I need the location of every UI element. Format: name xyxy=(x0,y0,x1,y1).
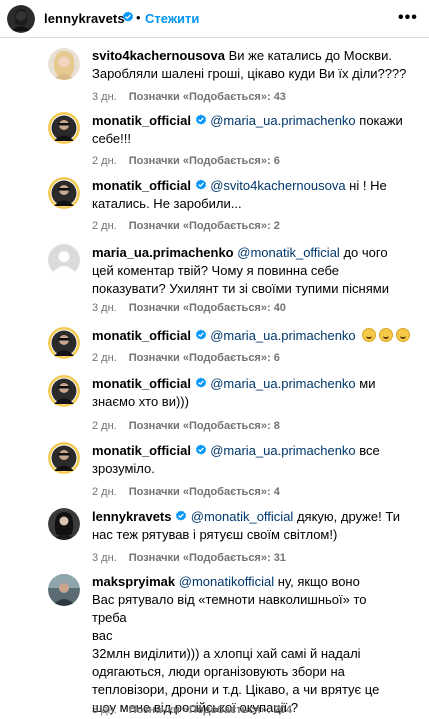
comment-time[interactable]: 2 дн. xyxy=(92,420,117,432)
comment-mention[interactable]: @maria_ua.primachenko xyxy=(210,443,355,458)
comment-likes[interactable]: Позначки «Подобається»: 4 xyxy=(129,486,280,498)
follow-button[interactable]: Стежити xyxy=(145,11,199,26)
comment-time[interactable]: 2 дн. xyxy=(92,486,117,498)
comment-author[interactable]: monatik_official xyxy=(92,376,191,391)
comment-mention[interactable]: @maria_ua.primachenko xyxy=(210,328,355,343)
comment-author[interactable]: svito4kachernousova xyxy=(92,48,225,63)
comment-text: вас xyxy=(92,628,113,643)
verified-badge-icon xyxy=(195,179,206,190)
comment-author[interactable]: monatik_official xyxy=(92,328,191,343)
verified-badge-icon xyxy=(195,377,206,388)
comment-text: тепловізори, дрони и т.д. Цікаво, а чи в… xyxy=(92,682,380,697)
comment-text: ну, якщо воно xyxy=(277,574,360,589)
comment-likes[interactable]: Позначки «Подобається»: 43 xyxy=(129,91,286,103)
comment-likes[interactable]: Позначки «Подобається»: 2 xyxy=(129,220,280,232)
verified-badge-icon xyxy=(123,11,133,22)
comment-time[interactable]: 3 дн. xyxy=(92,302,117,314)
post-header: lennykravets • Стежити ••• xyxy=(0,0,429,38)
commenter-avatar[interactable] xyxy=(48,112,80,144)
comment-time[interactable]: 3 дн. xyxy=(92,552,117,564)
commenter-avatar[interactable] xyxy=(48,48,80,80)
comment-text: Заробляли шалені гроші, цікаво куди Ви ї… xyxy=(92,66,407,81)
comment-author[interactable]: monatik_official xyxy=(92,113,191,128)
comment-mention[interactable]: @monatik_official xyxy=(237,245,340,260)
comment-likes[interactable]: Позначки «Подобається»: 31 xyxy=(129,552,286,564)
comment-text: катались. Не заробили... xyxy=(92,196,242,211)
comment-item: maria_ua.primachenko @monatik_official д… xyxy=(0,240,429,320)
commenter-avatar[interactable] xyxy=(48,508,80,540)
author-avatar[interactable] xyxy=(7,5,35,33)
comment-time[interactable]: 2 дн. xyxy=(92,220,117,232)
comment-item: monatik_official @maria_ua.primachenko 2… xyxy=(0,323,429,368)
verified-badge-icon xyxy=(195,444,206,455)
verified-badge-icon xyxy=(195,329,206,340)
comment-author[interactable]: maria_ua.primachenko xyxy=(92,245,234,260)
more-options-icon[interactable]: ••• xyxy=(398,9,418,27)
verified-badge-icon xyxy=(176,510,187,521)
comment-mention[interactable]: @monatikofficial xyxy=(179,574,274,589)
comment-mention[interactable]: @maria_ua.primachenko xyxy=(210,113,355,128)
comment-likes[interactable]: Позначки «Подобається»: 6 xyxy=(129,155,280,167)
comment-text: себе!!! xyxy=(92,131,131,146)
comment-text: цей коментар твій? Чому я повинна себе xyxy=(92,263,340,278)
comment-item: monatik_official @maria_ua.primachenko м… xyxy=(0,371,429,433)
comment-author[interactable]: lennykravets xyxy=(92,509,172,524)
comment-likes[interactable]: Позначки «Подобається»: 6 xyxy=(129,352,280,364)
comment-time[interactable]: 2 дн. xyxy=(92,352,117,364)
comment-text: одягаються, люди організовують збори на xyxy=(92,664,345,679)
author-username[interactable]: lennykravets xyxy=(44,11,125,26)
commenter-avatar[interactable] xyxy=(48,177,80,209)
comment-time[interactable]: 3 дн. xyxy=(92,91,117,103)
comment-text: знаємо хто ви))) xyxy=(92,394,189,409)
comment-likes[interactable]: Позначки «Подобається»: 204 xyxy=(129,704,292,716)
comment-text: до чого xyxy=(343,245,388,260)
verified-badge-icon xyxy=(195,114,206,125)
comment-mention[interactable]: @monatik_official xyxy=(191,509,294,524)
comment-text: зрозуміло. xyxy=(92,461,155,476)
laughing-emoji-icon xyxy=(379,328,394,342)
comment-text: нас теж рятував і рятуєш своїм світлом!) xyxy=(92,527,338,542)
comment-text: ми xyxy=(359,376,376,391)
comment-item: svito4kachernousova Ви же катались до Мо… xyxy=(0,44,429,104)
comment-text: дякую, друже! Ти xyxy=(296,509,400,524)
commenter-avatar[interactable] xyxy=(48,574,80,606)
comment-item: monatik_official @maria_ua.primachenko п… xyxy=(0,108,429,170)
comment-mention[interactable]: @svito4kachernousova xyxy=(210,178,345,193)
comment-author[interactable]: monatik_official xyxy=(92,178,191,193)
comment-item: monatik_official @svito4kachernousova ні… xyxy=(0,173,429,235)
comment-text: Вас рятувало від «темноти навколишньої» … xyxy=(92,592,367,625)
comment-item: maksрryimak @monatikofficial ну, якщо во… xyxy=(0,570,429,719)
comment-author[interactable]: monatik_official xyxy=(92,443,191,458)
comment-time[interactable]: 2 дн. xyxy=(92,155,117,167)
comment-text: показувати? Ухилянт ти зі своїми тупими … xyxy=(92,281,389,296)
comment-text: ні ! Не xyxy=(349,178,387,193)
laughing-emoji-icon xyxy=(396,328,411,342)
commenter-avatar[interactable] xyxy=(48,327,80,359)
comment-text: 32млн виділити))) а хлопці хай самі й на… xyxy=(92,646,361,661)
comment-likes[interactable]: Позначки «Подобається»: 8 xyxy=(129,420,280,432)
commenter-avatar[interactable] xyxy=(48,375,80,407)
commenter-avatar[interactable] xyxy=(48,442,80,474)
comment-item: lennykravets @monatik_official дякую, др… xyxy=(0,504,429,566)
separator-dot: • xyxy=(136,10,141,25)
comment-text: Ви же катались до Москви. xyxy=(228,48,392,63)
comment-item: monatik_official @maria_ua.primachenko в… xyxy=(0,438,429,500)
comment-author[interactable]: maksрryimak xyxy=(92,574,175,589)
comment-likes[interactable]: Позначки «Подобається»: 40 xyxy=(129,302,286,314)
comment-text: покажи xyxy=(359,113,403,128)
comment-time[interactable]: 3 дн. xyxy=(92,704,117,716)
comment-mention[interactable]: @maria_ua.primachenko xyxy=(210,376,355,391)
laughing-emoji-icon xyxy=(362,328,377,342)
comment-text: все xyxy=(359,443,380,458)
commenter-avatar[interactable] xyxy=(48,244,80,276)
